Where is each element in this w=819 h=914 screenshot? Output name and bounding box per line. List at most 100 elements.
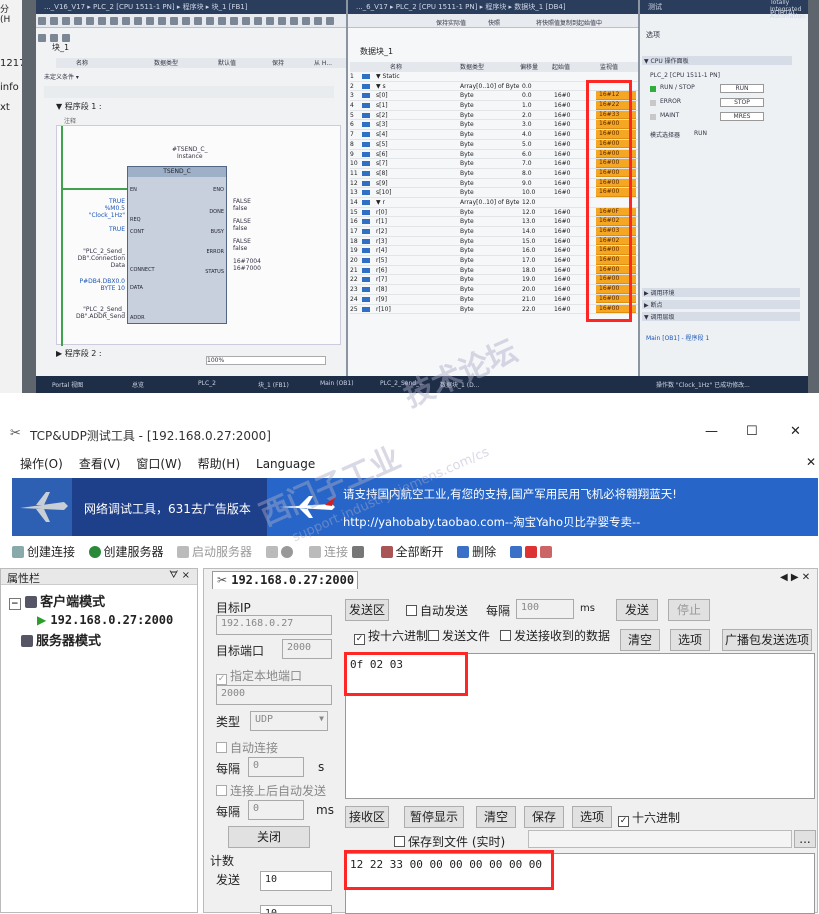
tool-icon[interactable] [98, 17, 106, 25]
save-button[interactable]: 保存 [524, 806, 564, 828]
close-connection-button[interactable]: 关闭 [228, 826, 310, 848]
send-received-checkbox[interactable]: 发送接收到的数据 [500, 627, 610, 644]
tree-connection-item[interactable]: ▶ 192.168.0.27:2000 [37, 613, 173, 627]
maximize-button[interactable]: ☐ [746, 424, 758, 439]
create-connection-button[interactable]: 创建连接 [12, 543, 75, 560]
tool-icon[interactable] [218, 17, 226, 25]
auto-send-after-checkbox[interactable]: 连接上后自动发送 [216, 782, 326, 799]
pause-display-button[interactable]: 暂停显示 [404, 806, 464, 828]
stop-button[interactable]: 停止 [668, 599, 710, 621]
stop-icons[interactable] [265, 545, 296, 559]
sidebar-pin-close[interactable]: ᗊ × [169, 570, 190, 581]
tool-icon[interactable] [146, 17, 154, 25]
keep-actual-button[interactable]: 保持实际值 [436, 18, 466, 27]
mres-button[interactable]: MRES [720, 112, 764, 121]
tool-icon[interactable] [38, 34, 46, 42]
tool-icon[interactable] [110, 17, 118, 25]
broadcast-options-button[interactable]: 广播包发送选项 [722, 629, 812, 651]
close-button[interactable]: ✕ [790, 424, 801, 439]
tool-icon[interactable] [254, 17, 262, 25]
mdi-close-icon[interactable]: ✕ [806, 455, 816, 469]
tool-icon[interactable] [302, 17, 310, 25]
menu-window[interactable]: 窗口(W) [136, 455, 181, 472]
tool-icon[interactable] [230, 17, 238, 25]
start-server-button[interactable]: 启动服务器 [177, 543, 252, 560]
send-button[interactable]: 发送 [616, 599, 658, 621]
stop-button[interactable]: STOP [720, 98, 764, 107]
local-port-checkbox[interactable]: ✓ 指定本地端口 [216, 667, 302, 685]
snapshot-button[interactable]: 快照 [488, 18, 500, 27]
tool-icon[interactable] [206, 17, 214, 25]
auto-send-checkbox[interactable]: 自动发送 [406, 602, 468, 619]
auto-connect-checkbox[interactable]: 自动连接 [216, 739, 278, 756]
call-env-header[interactable]: ▶ 调用环境 [642, 288, 800, 297]
tool-icon[interactable] [314, 17, 322, 25]
tool-icon[interactable] [170, 17, 178, 25]
hex-recv-checkbox[interactable]: ✓ 十六进制 [618, 809, 680, 827]
tool-icon[interactable] [122, 17, 130, 25]
connect-button[interactable]: 连接 [309, 543, 367, 560]
tool-icon[interactable] [86, 17, 94, 25]
tool-icon[interactable] [242, 17, 250, 25]
network-1-title[interactable]: ▼ 程序段 1 : [56, 101, 102, 112]
tool-icon[interactable] [74, 17, 82, 25]
disconnect-all-button[interactable]: 全部断开 [380, 543, 444, 560]
file-path-field[interactable] [528, 830, 792, 848]
delete-button[interactable]: 删除 [457, 543, 496, 560]
interval-field-2[interactable]: 0 [248, 800, 304, 820]
hex-send-checkbox[interactable]: ✓ 按十六进制 [354, 627, 428, 645]
misc-icons[interactable] [509, 545, 555, 559]
options-tab[interactable]: 选项 [646, 30, 660, 40]
ob1-tab[interactable]: Main (OB1) [320, 380, 354, 387]
interval-field-1[interactable]: 0 [248, 757, 304, 777]
tool-icon[interactable] [50, 17, 58, 25]
menu-operate[interactable]: 操作(O) [20, 455, 63, 472]
run-button[interactable]: RUN [720, 84, 764, 93]
tool-icon[interactable] [134, 17, 142, 25]
target-port-field[interactable]: 2000 [282, 639, 332, 659]
type-select[interactable]: UDP ▼ [250, 711, 328, 731]
zoom-select[interactable]: 100% [206, 356, 326, 365]
cpu-panel-header[interactable]: ▼ CPU 操作面板 [642, 56, 792, 65]
menu-language[interactable]: Language [256, 457, 315, 471]
call-hierarchy-item[interactable]: Main [OB1] - 程序段 1 [646, 333, 709, 342]
menu-help[interactable]: 帮助(H) [198, 455, 240, 472]
network-2-title[interactable]: ▶ 程序段 2 : [56, 348, 102, 359]
collapse-icon[interactable]: − [9, 598, 21, 610]
segment-condition[interactable]: 未定义条件 ▾ [44, 72, 79, 81]
portal-view-tab[interactable]: Portal 视图 [52, 380, 83, 389]
tool-icon[interactable] [38, 17, 46, 25]
minimize-button[interactable]: — [705, 424, 718, 439]
tool-icon[interactable] [50, 34, 58, 42]
tree-server-mode[interactable]: 服务器模式 [21, 630, 173, 649]
breakpoint-header[interactable]: ▶ 断点 [642, 300, 800, 309]
tab-nav-arrows[interactable]: ◀ ▶ ✕ [780, 572, 810, 583]
tool-icon[interactable] [194, 17, 202, 25]
connection-tab[interactable]: ✂ 192.168.0.27:2000 [212, 571, 358, 589]
tool-icon[interactable] [158, 17, 166, 25]
clear-send-button[interactable]: 清空 [620, 629, 660, 651]
plc-tab[interactable]: PLC_2 [198, 380, 216, 387]
every-field[interactable]: 100 [516, 599, 574, 619]
create-server-button[interactable]: 创建服务器 [88, 543, 164, 560]
menu-view[interactable]: 查看(V) [79, 455, 121, 472]
recv-options-button[interactable]: 选项 [572, 806, 612, 828]
send-file-checkbox[interactable]: 发送文件 [428, 627, 490, 644]
db4-tab[interactable]: 数据块_1 (D... [440, 380, 479, 389]
send-options-button[interactable]: 选项 [670, 629, 710, 651]
tree-client-mode[interactable]: − 客户端模式 [9, 591, 173, 610]
tool-icon[interactable] [62, 34, 70, 42]
send-db-tab[interactable]: PLC_2_Send_... [380, 380, 425, 387]
fb1-tab[interactable]: 块_1 (FB1) [258, 380, 289, 389]
tool-icon[interactable] [62, 17, 70, 25]
local-port-field[interactable]: 2000 [216, 685, 332, 705]
copy-snapshot-button[interactable]: 将快照值复制到起始值中 [536, 18, 602, 27]
call-hierarchy-header[interactable]: ▼ 调用层级 [642, 312, 800, 321]
tool-icon[interactable] [278, 17, 286, 25]
clear-recv-button[interactable]: 清空 [476, 806, 516, 828]
tool-icon[interactable] [266, 17, 274, 25]
save-file-checkbox[interactable]: 保存到文件 (实时) [394, 833, 505, 850]
overview-tab[interactable]: 总览 [132, 380, 144, 389]
tsend-c-block[interactable]: TSEND_C EN REQ CONT CONNECT DATA ADDR EN… [127, 166, 227, 324]
browse-button[interactable]: ... [794, 830, 816, 848]
